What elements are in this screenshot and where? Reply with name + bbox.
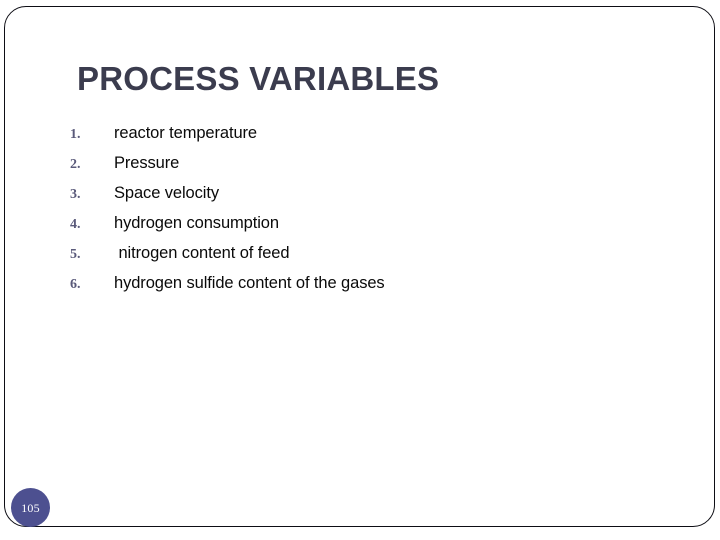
list-item-label: Pressure bbox=[114, 154, 180, 172]
list-item-number: 6. bbox=[70, 277, 81, 292]
list-item: 5. nitrogen content of feed bbox=[70, 238, 630, 268]
list-item-number: 3. bbox=[70, 187, 81, 202]
list-item-label: nitrogen content of feed bbox=[114, 244, 290, 262]
page-number-label: 105 bbox=[21, 500, 40, 515]
list-item-label: Space velocity bbox=[114, 184, 219, 202]
list-item: 1. reactor temperature bbox=[70, 118, 630, 148]
process-variables-list: 1. reactor temperature 2. Pressure 3. Space… bbox=[70, 118, 630, 298]
list-item-label: hydrogen sulfide content of the gases bbox=[114, 274, 385, 292]
page-number-badge: 105 bbox=[11, 488, 50, 527]
page-title: PROCESS VARIABLES bbox=[77, 60, 440, 97]
list-item: 6. hydrogen sulfide content of the gases bbox=[70, 268, 630, 298]
slide: PROCESS VARIABLES 1. reactor temperature … bbox=[0, 0, 720, 540]
list-item-number: 5. bbox=[70, 247, 81, 262]
list-item-number: 1. bbox=[70, 127, 81, 142]
list-item-label: hydrogen consumption bbox=[114, 214, 279, 232]
list-item: 3. Space velocity bbox=[70, 178, 630, 208]
list-item: 4. hydrogen consumption bbox=[70, 208, 630, 238]
list-item-number: 4. bbox=[70, 217, 81, 232]
list-item: 2. Pressure bbox=[70, 148, 630, 178]
list-item-label: reactor temperature bbox=[114, 124, 257, 142]
list-item-number: 2. bbox=[70, 157, 81, 172]
